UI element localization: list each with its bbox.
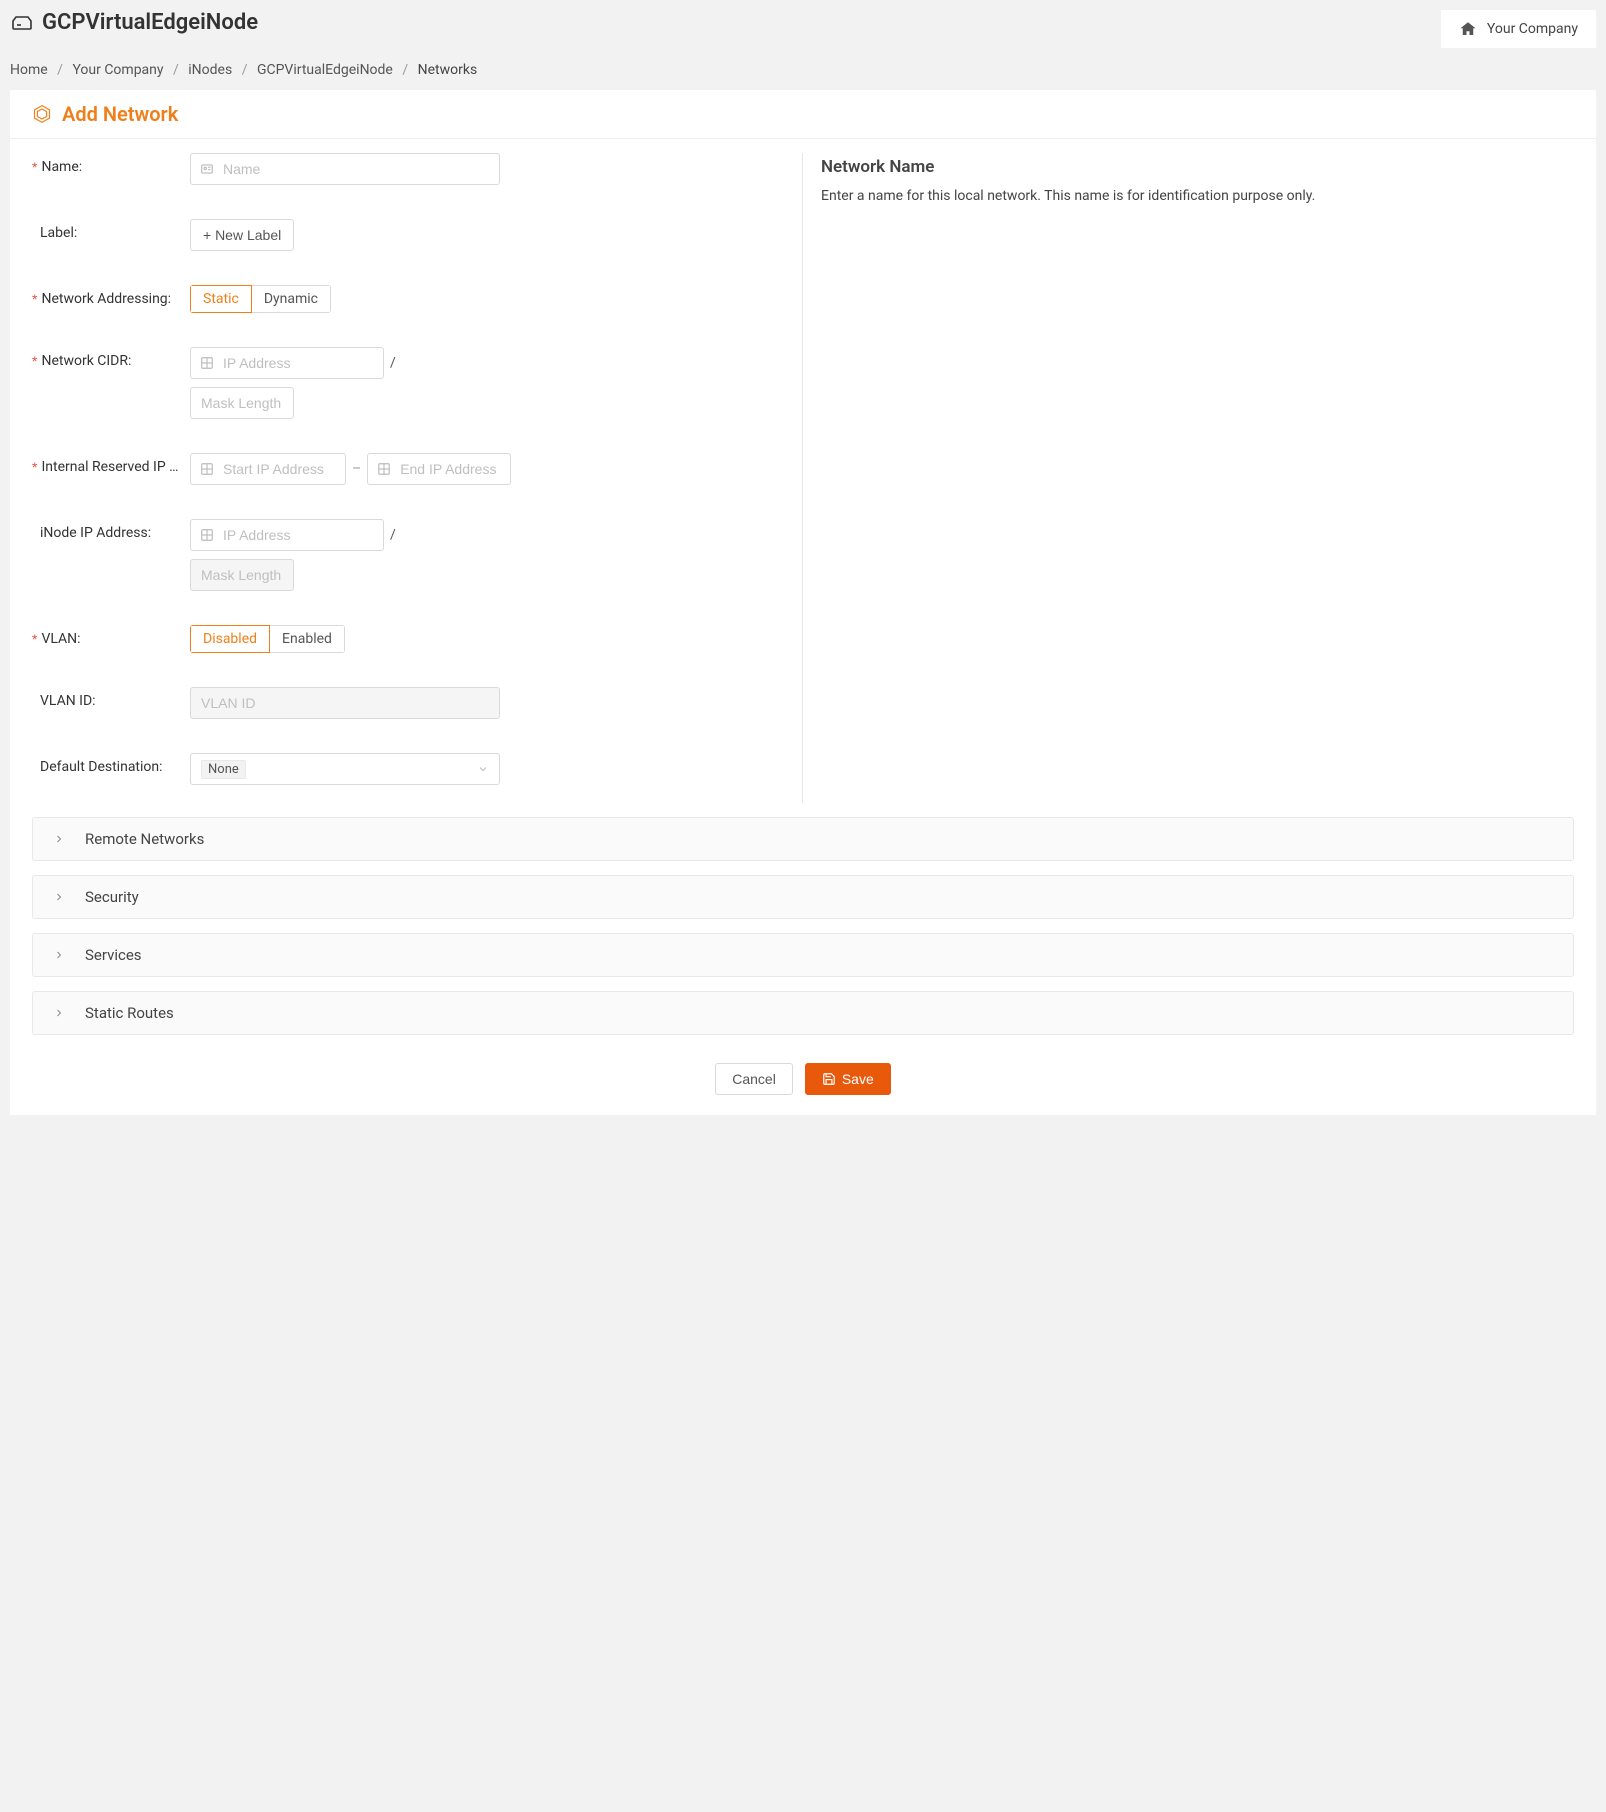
name-label: Name	[41, 159, 78, 175]
breadcrumb-company[interactable]: Your Company	[72, 62, 163, 78]
breadcrumb-current: Networks	[418, 62, 478, 78]
grid-icon	[200, 528, 214, 542]
accordion-security[interactable]: Security	[32, 875, 1574, 919]
vlan-toggle: Disabled Enabled	[190, 625, 345, 653]
vlan-disabled-option[interactable]: Disabled	[190, 625, 270, 653]
range-dash: –	[352, 461, 361, 477]
company-name-label: Your Company	[1487, 21, 1578, 37]
addressing-dynamic-option[interactable]: Dynamic	[252, 285, 331, 313]
accordion-services-label: Services	[85, 946, 142, 964]
save-button[interactable]: Save	[805, 1063, 891, 1095]
inode-mask-input	[190, 559, 294, 591]
addressing-label: Network Addressing	[41, 291, 167, 307]
cidr-ip-input[interactable]	[190, 347, 384, 379]
accordion-static-routes[interactable]: Static Routes	[32, 991, 1574, 1035]
page-title-wrap: GCPVirtualEdgeiNode	[10, 10, 258, 35]
device-icon	[10, 11, 34, 35]
home-icon	[1459, 20, 1477, 38]
breadcrumb-home[interactable]: Home	[10, 62, 48, 78]
breadcrumb: Home / Your Company / iNodes / GCPVirtua…	[0, 48, 1606, 90]
label-label: Label	[40, 225, 74, 241]
vlan-label: VLAN	[41, 631, 77, 647]
chevron-down-icon	[477, 763, 489, 775]
cidr-mask-input[interactable]	[190, 387, 294, 419]
inode-slash: /	[390, 527, 396, 543]
addressing-toggle: Static Dynamic	[190, 285, 331, 313]
chevron-right-icon	[53, 949, 65, 961]
save-button-label: Save	[842, 1071, 874, 1087]
accordion-security-label: Security	[85, 888, 139, 906]
accordion-routes-label: Static Routes	[85, 1004, 174, 1022]
chevron-right-icon	[53, 833, 65, 845]
cancel-button[interactable]: Cancel	[715, 1063, 793, 1095]
grid-icon	[377, 462, 391, 476]
company-selector[interactable]: Your Company	[1441, 10, 1596, 48]
new-label-button[interactable]: + New Label	[190, 219, 294, 251]
chevron-right-icon	[53, 891, 65, 903]
accordion-remote-label: Remote Networks	[85, 830, 204, 848]
card-title: Add Network	[62, 102, 178, 126]
breadcrumb-inodes[interactable]: iNodes	[188, 62, 232, 78]
cidr-slash: /	[390, 355, 396, 371]
default-dest-select[interactable]: None	[190, 753, 500, 785]
page-title: GCPVirtualEdgeiNode	[42, 10, 258, 35]
vlan-enabled-option[interactable]: Enabled	[270, 625, 345, 653]
cidr-label: Network CIDR	[41, 353, 128, 369]
accordion-services[interactable]: Services	[32, 933, 1574, 977]
addressing-static-option[interactable]: Static	[190, 285, 252, 313]
inode-ip-label: iNode IP Address	[40, 525, 148, 541]
inode-ip-input[interactable]	[190, 519, 384, 551]
accordion-remote-networks[interactable]: Remote Networks	[32, 817, 1574, 861]
default-dest-label: Default Destination	[40, 759, 159, 775]
chevron-right-icon	[53, 1007, 65, 1019]
id-card-icon	[200, 162, 214, 176]
save-icon	[822, 1072, 836, 1086]
network-icon	[32, 104, 52, 124]
name-input[interactable]	[190, 153, 500, 185]
breadcrumb-node[interactable]: GCPVirtualEdgeiNode	[257, 62, 393, 78]
default-dest-value: None	[201, 760, 246, 779]
grid-icon	[200, 356, 214, 370]
help-text: Enter a name for this local network. Thi…	[821, 185, 1574, 209]
reserved-label: Internal Reserved IP A...	[41, 459, 181, 475]
vlan-id-input	[190, 687, 500, 719]
vlan-id-label: VLAN ID	[40, 693, 92, 709]
help-title: Network Name	[821, 157, 1574, 177]
grid-icon	[200, 462, 214, 476]
